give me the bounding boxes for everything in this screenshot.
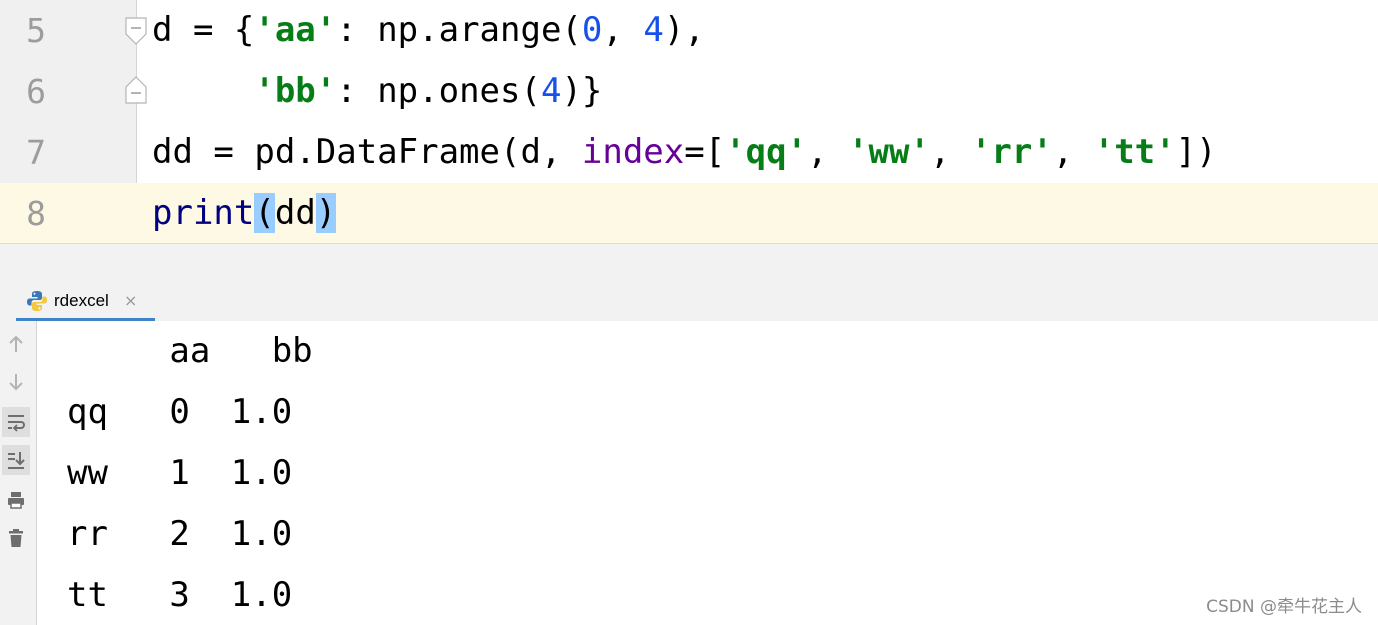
code-editor[interactable]: 5 d = {'aa': np.arange(0, 4), 6 'bb': np… <box>0 0 1378 244</box>
tab-label: rdexcel <box>54 291 109 310</box>
fold-collapse-icon[interactable] <box>124 16 148 46</box>
code-token: ), <box>663 10 705 50</box>
scroll-to-end-icon[interactable] <box>2 445 30 475</box>
code-token: , <box>1052 132 1094 172</box>
code-line[interactable]: 6 'bb': np.ones(4)} <box>0 61 1378 122</box>
brace-match-highlight: ) <box>315 193 337 233</box>
code-token: )} <box>561 71 603 111</box>
gutter-cell: 6 <box>0 61 147 122</box>
trash-icon[interactable] <box>2 523 30 553</box>
code-token: : np.arange( <box>336 10 582 50</box>
print-icon[interactable] <box>2 485 30 515</box>
code-line[interactable]: 5 d = {'aa': np.arange(0, 4), <box>0 0 1378 61</box>
code-token: , <box>929 132 971 172</box>
dataframe-header-row: aa bb <box>67 331 313 371</box>
brace-match-highlight: ( <box>254 193 275 233</box>
console-output[interactable]: aa bb qq 0 1.0 ww 1 1.0 rr 2 1.0 tt 3 1.… <box>37 321 1378 625</box>
tab-rdexcel[interactable]: rdexcel × <box>16 281 155 321</box>
python-icon <box>27 291 47 311</box>
code-text: dd = pd.DataFrame(d, index=['qq', 'ww', … <box>152 122 1217 183</box>
close-icon[interactable]: × <box>124 281 137 321</box>
code-token: , <box>602 10 644 50</box>
code-text: d = {'aa': np.arange(0, 4), <box>152 0 705 61</box>
code-token: , <box>807 132 849 172</box>
up-arrow-icon[interactable] <box>2 329 30 359</box>
number-token: 4 <box>643 10 664 50</box>
gutter-cell: 5 <box>0 0 147 61</box>
line-number: 6 <box>26 72 46 111</box>
builtin-token: print <box>152 193 255 233</box>
number-token: 0 <box>581 10 603 50</box>
code-token: : np.ones( <box>336 71 541 111</box>
gutter-cell: 7 <box>0 122 136 183</box>
line-number: 8 <box>26 194 46 233</box>
dataframe-row: ww 1 1.0 <box>67 453 293 493</box>
string-token: 'aa' <box>254 10 337 50</box>
panel-divider[interactable] <box>0 243 1378 282</box>
dataframe-row: qq 0 1.0 <box>67 392 293 432</box>
string-token: 'qq' <box>725 132 808 172</box>
string-token: 'bb' <box>254 71 337 111</box>
string-token: 'ww' <box>848 132 930 172</box>
soft-wrap-icon[interactable] <box>2 407 30 437</box>
code-text: print(dd) <box>152 183 337 244</box>
code-token: ]) <box>1175 132 1217 172</box>
watermark: CSDN @牵牛花主人 <box>1206 597 1362 617</box>
code-token: dd = pd.DataFrame(d, <box>152 132 582 172</box>
line-number: 7 <box>26 133 46 172</box>
keyword-arg-token: index <box>581 132 685 172</box>
code-text: 'bb': np.ones(4)} <box>152 61 602 122</box>
dataframe-row: rr 2 1.0 <box>67 514 293 554</box>
code-token: =[ <box>684 132 726 172</box>
line-number: 5 <box>26 11 46 50</box>
dataframe-row: tt 3 1.0 <box>67 575 293 615</box>
run-side-toolbar <box>0 321 37 625</box>
string-token: 'tt' <box>1093 132 1176 172</box>
current-code-line[interactable]: 8 print(dd) <box>0 183 1378 244</box>
gutter-cell: 8 <box>0 183 136 244</box>
code-token: d = { <box>152 10 255 50</box>
code-line[interactable]: 7 dd = pd.DataFrame(d, index=['qq', 'ww'… <box>0 122 1378 183</box>
string-token: 'rr' <box>970 132 1053 172</box>
down-arrow-icon[interactable] <box>2 367 30 397</box>
number-token: 4 <box>540 71 562 111</box>
code-token: dd <box>274 193 316 233</box>
run-tab-bar: rdexcel × <box>0 281 1378 321</box>
fold-end-icon[interactable] <box>124 75 148 105</box>
